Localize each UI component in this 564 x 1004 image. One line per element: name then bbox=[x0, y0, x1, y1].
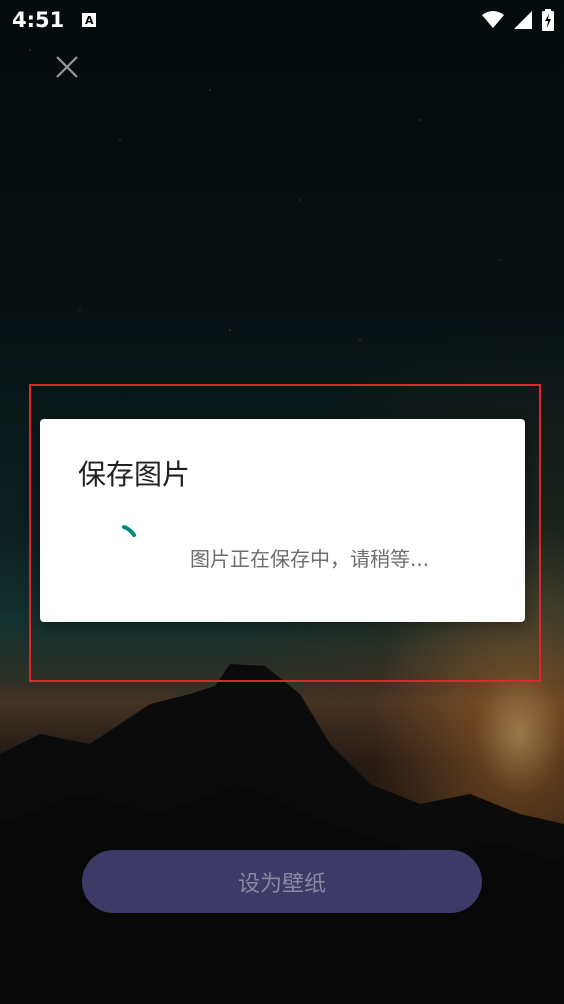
status-icons bbox=[482, 9, 554, 31]
battery-charging-icon bbox=[542, 9, 554, 31]
notification-icon: A bbox=[82, 13, 97, 27]
status-bar: 4:51 A bbox=[0, 0, 564, 40]
set-wallpaper-button[interactable]: 设为壁纸 bbox=[82, 850, 482, 913]
close-icon[interactable] bbox=[54, 54, 80, 80]
loading-spinner-icon bbox=[122, 525, 136, 537]
save-image-dialog: 保存图片 图片正在保存中，请稍等... bbox=[40, 419, 525, 622]
set-wallpaper-label: 设为壁纸 bbox=[237, 871, 326, 897]
status-time: 4:51 bbox=[12, 8, 65, 32]
dialog-title: 保存图片 bbox=[78, 458, 191, 491]
dialog-message: 图片正在保存中，请稍等... bbox=[190, 547, 430, 571]
signal-icon bbox=[514, 11, 532, 29]
wifi-icon bbox=[482, 11, 504, 28]
